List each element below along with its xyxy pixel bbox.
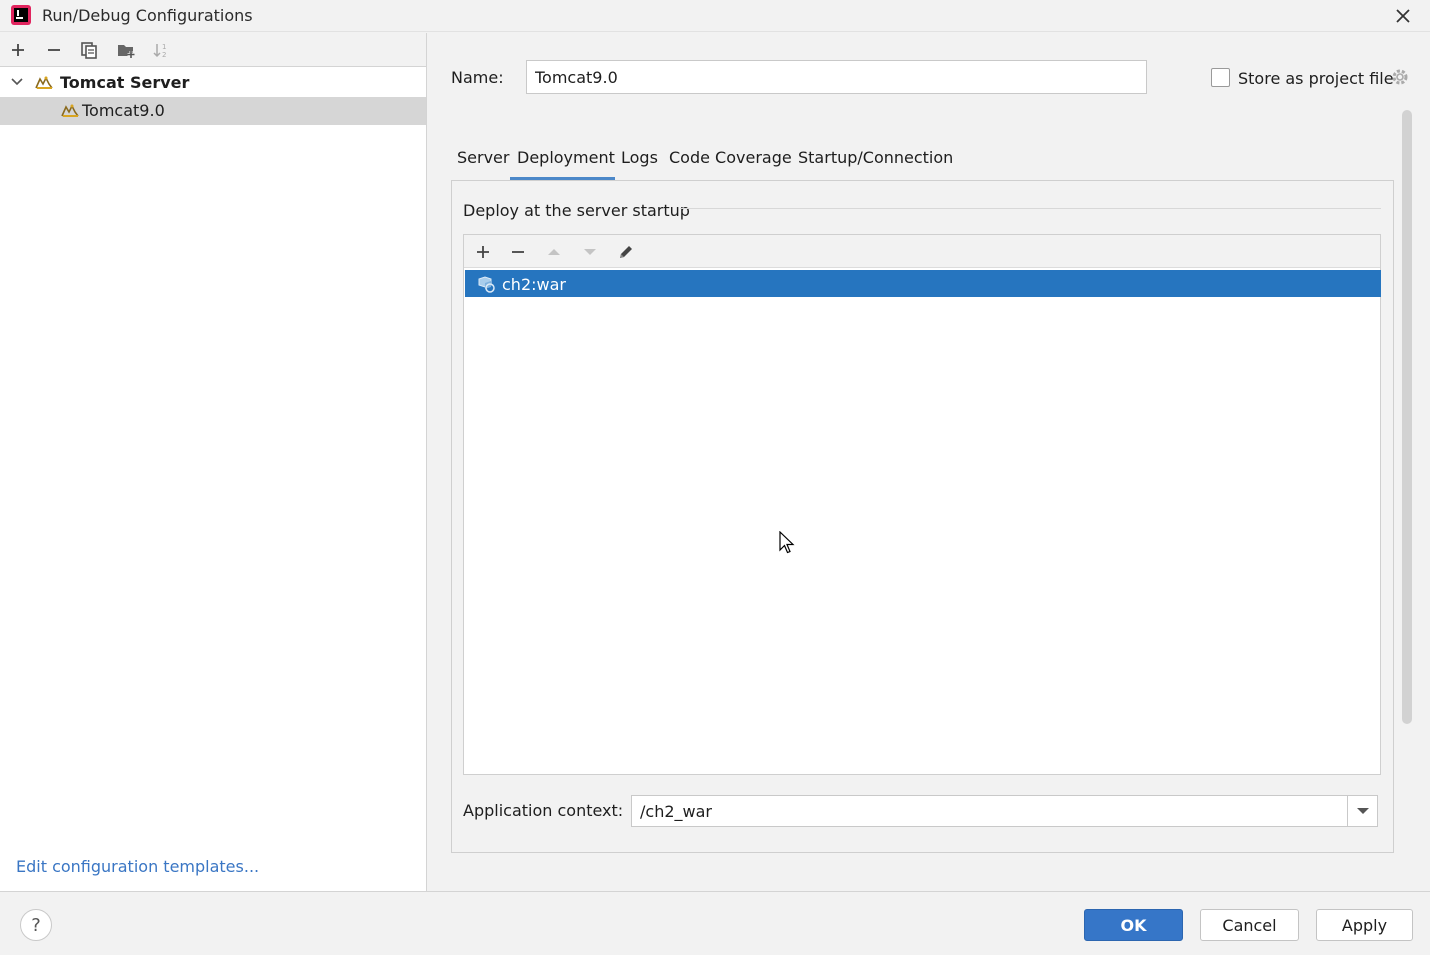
chevron-down-icon	[1356, 808, 1369, 814]
svg-text:2: 2	[162, 51, 166, 59]
sort-icon[interactable]: 12	[149, 38, 173, 62]
tomcat-icon	[61, 104, 79, 117]
application-context-label: Application context:	[463, 801, 624, 820]
tree-group-tomcat-server[interactable]: Tomcat Server	[0, 69, 426, 97]
intellij-idea-icon	[11, 5, 31, 25]
tomcat-icon	[35, 76, 53, 89]
store-as-project-file-label: Store as project file	[1238, 69, 1394, 88]
gear-icon[interactable]	[1390, 67, 1410, 87]
tab-server[interactable]: Server	[457, 148, 509, 167]
edit-configuration-templates-link[interactable]: Edit configuration templates...	[16, 857, 259, 876]
group-divider	[680, 208, 1381, 209]
tree-group-label: Tomcat Server	[60, 73, 190, 92]
title-bar: Run/Debug Configurations	[0, 0, 1430, 32]
ok-button[interactable]: OK	[1084, 909, 1183, 941]
help-button[interactable]: ?	[20, 909, 52, 941]
minus-icon[interactable]	[42, 38, 66, 62]
tab-logs[interactable]: Logs	[621, 148, 658, 167]
name-input[interactable]	[526, 60, 1147, 94]
plus-icon[interactable]	[471, 240, 495, 264]
store-as-project-file-checkbox[interactable]	[1211, 68, 1230, 87]
arrow-up-icon[interactable]	[542, 240, 566, 264]
scrollbar-thumb[interactable]	[1402, 110, 1412, 724]
application-context-input[interactable]	[631, 795, 1347, 827]
minus-icon[interactable]	[506, 240, 530, 264]
deployment-list[interactable]	[463, 234, 1381, 775]
chevron-down-icon[interactable]	[10, 75, 24, 89]
close-icon[interactable]	[1390, 3, 1416, 29]
artifact-icon	[478, 276, 495, 293]
folder-add-icon[interactable]	[114, 38, 138, 62]
svg-text:1: 1	[162, 43, 166, 51]
cancel-button[interactable]: Cancel	[1200, 909, 1299, 941]
sidebar-toolbar: 12	[0, 33, 426, 67]
apply-button[interactable]: Apply	[1316, 909, 1413, 941]
window-title: Run/Debug Configurations	[42, 6, 253, 25]
deploy-group-title: Deploy at the server startup	[463, 201, 690, 220]
plus-icon[interactable]	[6, 38, 30, 62]
application-context-dropdown[interactable]	[1347, 795, 1378, 827]
name-label: Name:	[451, 68, 504, 87]
pencil-icon[interactable]	[614, 240, 638, 264]
mouse-cursor-icon	[779, 531, 795, 554]
deployment-artifact-label: ch2:war	[502, 275, 566, 294]
tab-code-coverage[interactable]: Code Coverage	[669, 148, 792, 167]
tab-startup-connection[interactable]: Startup/Connection	[798, 148, 953, 167]
tab-deployment[interactable]: Deployment	[517, 148, 615, 167]
arrow-down-icon[interactable]	[578, 240, 602, 264]
configurations-sidebar: 12 Tomcat Server Tomcat9.0 Edit configur…	[0, 33, 427, 891]
deployment-artifact-row[interactable]	[465, 270, 1381, 297]
copy-icon[interactable]	[77, 38, 101, 62]
tree-item-tomcat9[interactable]: Tomcat9.0	[0, 97, 426, 125]
tree-item-label: Tomcat9.0	[82, 101, 165, 120]
